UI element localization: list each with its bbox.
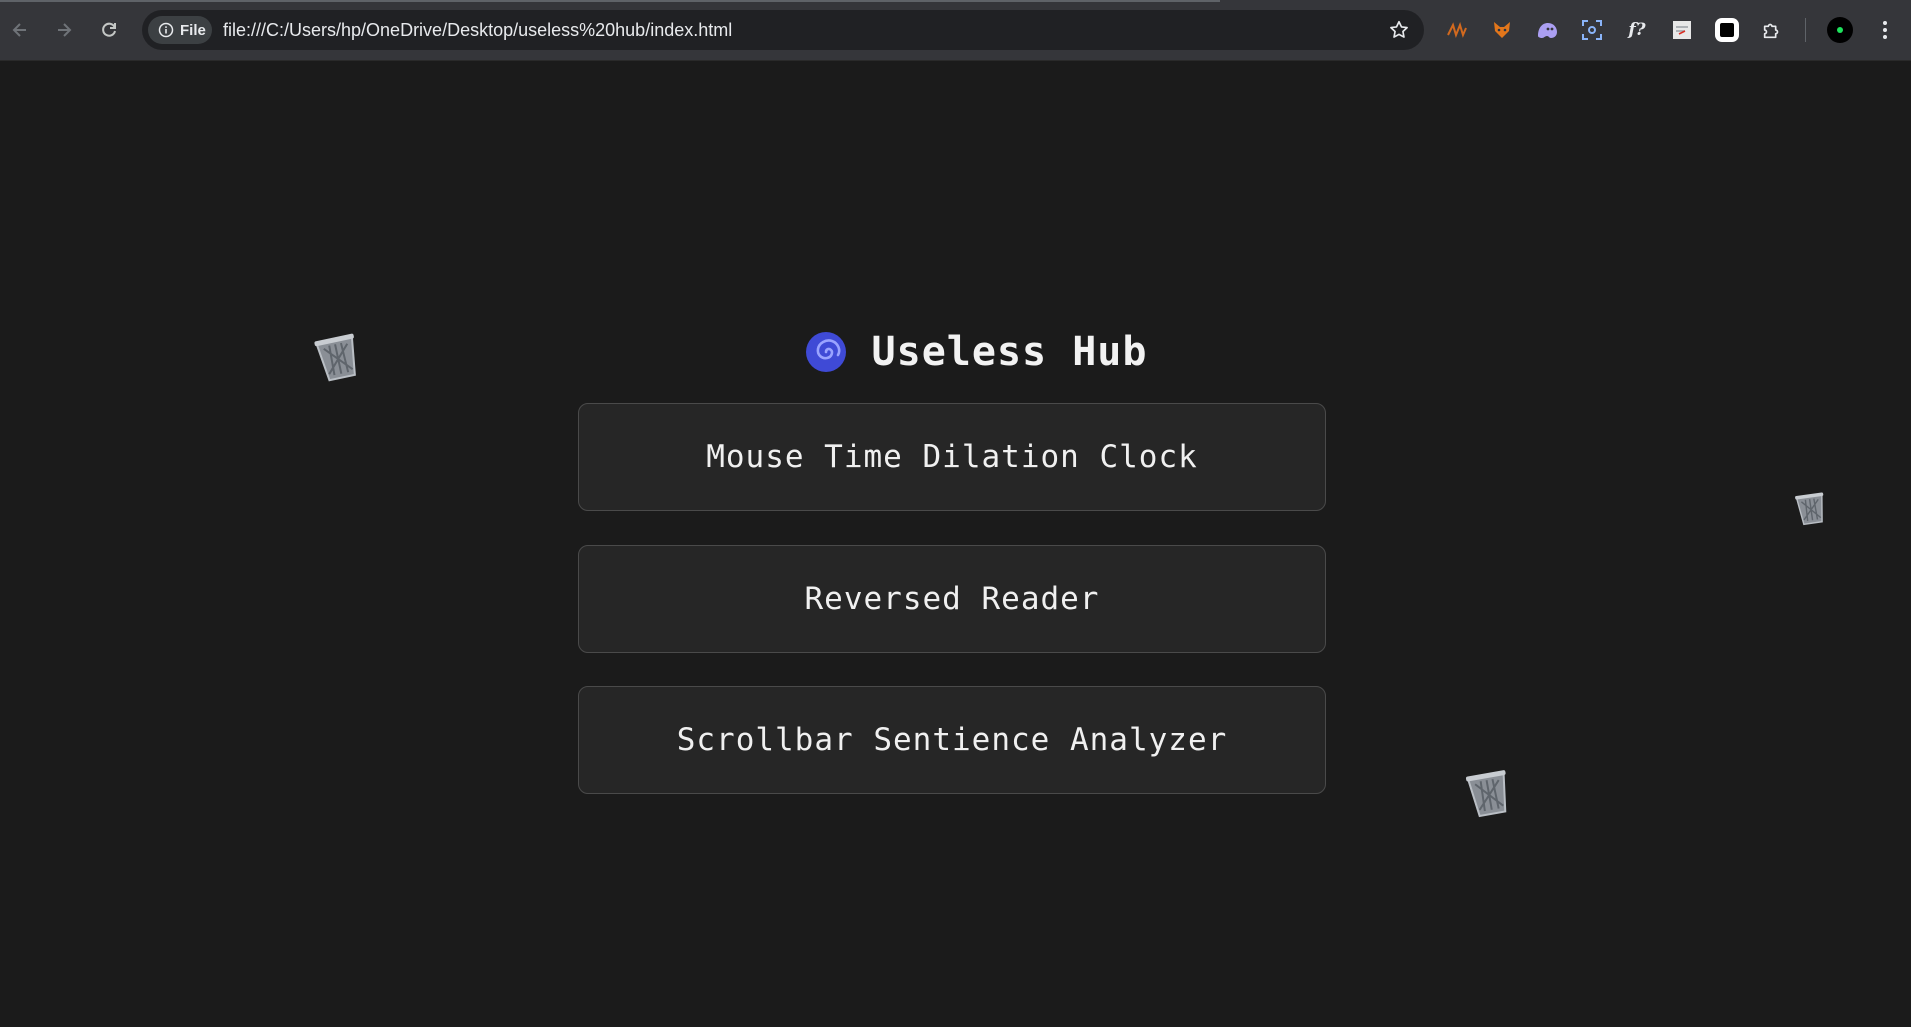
extension-function-icon[interactable]: f? bbox=[1622, 15, 1652, 45]
back-arrow-icon bbox=[12, 23, 26, 37]
reload-button[interactable] bbox=[93, 14, 125, 46]
mouse-time-dilation-clock-button[interactable]: Mouse Time Dilation Clock bbox=[578, 403, 1326, 511]
scrollbar-sentience-analyzer-button[interactable]: Scrollbar Sentience Analyzer bbox=[578, 686, 1326, 794]
info-icon bbox=[158, 22, 174, 38]
wastebasket-icon bbox=[1465, 770, 1507, 818]
page-header: Useless Hub bbox=[0, 326, 1911, 378]
extension-ghost-icon[interactable] bbox=[1532, 15, 1562, 45]
url-text[interactable]: file:///C:/Users/hp/OneDrive/Desktop/use… bbox=[223, 10, 732, 50]
address-bar[interactable]: File file:///C:/Users/hp/OneDrive/Deskto… bbox=[142, 10, 1424, 50]
profile-avatar[interactable] bbox=[1825, 15, 1855, 45]
extensions-puzzle-icon[interactable] bbox=[1757, 15, 1787, 45]
toolbar-separator bbox=[1805, 18, 1806, 42]
reversed-reader-button[interactable]: Reversed Reader bbox=[578, 545, 1326, 653]
extension-screenshot-icon[interactable] bbox=[1577, 15, 1607, 45]
extension-fox-icon[interactable] bbox=[1487, 15, 1517, 45]
forward-arrow-icon bbox=[58, 23, 72, 37]
extension-note-icon[interactable] bbox=[1667, 15, 1697, 45]
cyclone-icon bbox=[805, 332, 846, 372]
bookmark-star-button[interactable] bbox=[1388, 19, 1410, 46]
back-button[interactable] bbox=[4, 14, 36, 46]
reload-icon bbox=[102, 22, 116, 37]
browser-menu-icon[interactable] bbox=[1870, 15, 1900, 45]
site-info-chip[interactable]: File bbox=[148, 16, 212, 44]
wastebasket-icon bbox=[1795, 492, 1824, 526]
forward-button[interactable] bbox=[48, 14, 80, 46]
site-chip-label: File bbox=[180, 21, 206, 39]
browser-toolbar: File file:///C:/Users/hp/OneDrive/Deskto… bbox=[0, 0, 1911, 61]
extension-square-icon[interactable] bbox=[1712, 15, 1742, 45]
star-icon bbox=[1390, 20, 1408, 38]
page-title: Useless Hub bbox=[871, 329, 1148, 375]
extension-wave-icon[interactable] bbox=[1442, 15, 1472, 45]
tab-strip-edge bbox=[0, 0, 1220, 2]
